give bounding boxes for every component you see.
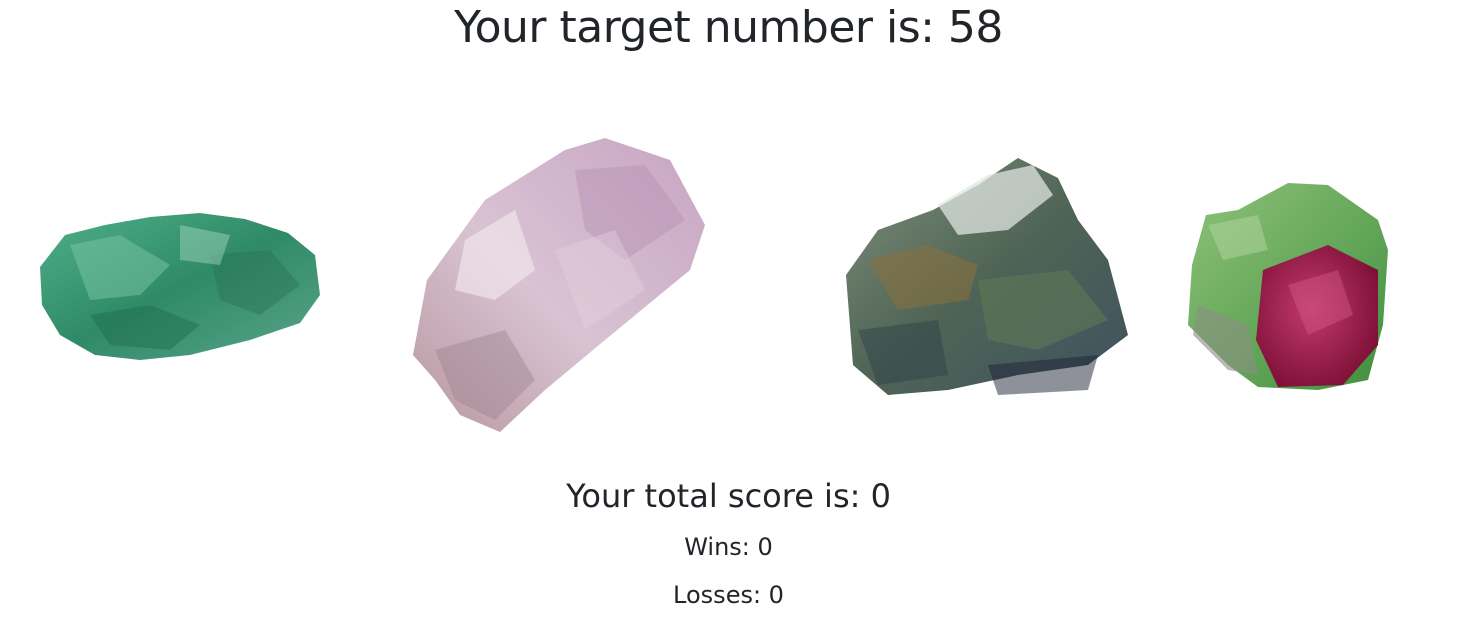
gray-crystal-icon: [846, 158, 1128, 395]
losses-count: Losses: 0: [673, 581, 784, 609]
game-page: Your target number is: 58 Your total sco…: [0, 0, 1457, 635]
ruby-crystal-icon: [1188, 183, 1388, 390]
crystal-button-ruby[interactable]: [1178, 175, 1393, 400]
green-crystal-icon: [40, 213, 320, 360]
crystal-button-gray[interactable]: [838, 150, 1138, 405]
total-score: Your total score is: 0: [566, 477, 891, 515]
crystal-button-green[interactable]: [30, 205, 330, 370]
crystal-button-pink[interactable]: [405, 130, 720, 440]
wins-count: Wins: 0: [684, 533, 773, 561]
pink-crystal-icon: [413, 138, 705, 432]
target-number-heading: Your target number is: 58: [454, 2, 1003, 53]
